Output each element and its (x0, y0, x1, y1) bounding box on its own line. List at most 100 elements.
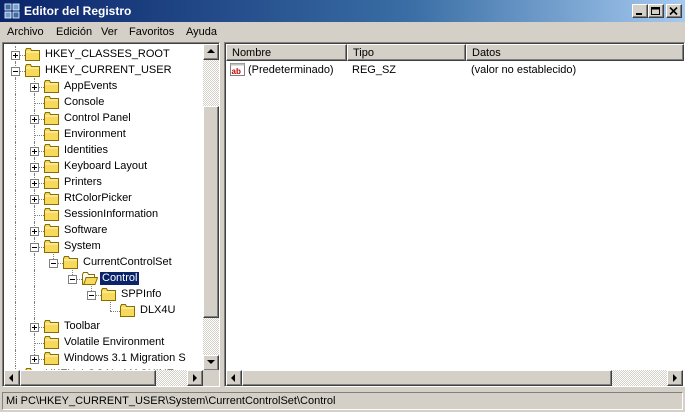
tree-node-label: SPPInfo (121, 288, 162, 300)
tree-scroll-right-button[interactable] (187, 370, 203, 386)
tree-node-rtcolorpicker[interactable]: RtColorPicker (5, 190, 203, 206)
registry-tree-pane[interactable]: HKEY_CLASSES_ROOT HKEY_CURRENT_USER AppEve… (2, 42, 220, 387)
tree-node-label: HKEY_CURRENT_USER (45, 64, 172, 76)
tree-node-label: Environment (64, 128, 126, 140)
tree-horizontal-scroll-thumb[interactable] (20, 370, 156, 386)
folder-icon (44, 208, 59, 221)
collapse-minus-icon[interactable] (49, 259, 58, 268)
expand-plus-icon[interactable] (30, 195, 39, 204)
collapse-minus-icon[interactable] (68, 275, 77, 284)
tree-node-currentcontrolset[interactable]: CurrentControlSet (5, 254, 203, 270)
folder-open-icon (82, 272, 98, 285)
expand-plus-icon[interactable] (30, 227, 39, 236)
tree-node-sessioninformation[interactable]: SessionInformation (5, 206, 203, 222)
tree-node-printers[interactable]: Printers (5, 174, 203, 190)
tree-scroll-corner (203, 370, 219, 386)
value-type: REG_SZ (352, 64, 397, 76)
tree-node-volatile-environment[interactable]: Volatile Environment (5, 334, 203, 350)
collapse-minus-icon[interactable] (30, 243, 39, 252)
expand-plus-icon[interactable] (30, 163, 39, 172)
expand-plus-icon[interactable] (30, 115, 39, 124)
expand-plus-icon[interactable] (30, 179, 39, 188)
tree-node-label: Software (64, 224, 108, 236)
status-bar: Mi PC\HKEY_CURRENT_USER\System\CurrentCo… (0, 391, 685, 412)
menu-ayuda[interactable]: Ayuda (186, 26, 217, 38)
values-list-pane[interactable]: Nombre Tipo Datos ab (Predeterminado) RE… (224, 42, 685, 387)
menu-favoritos[interactable]: Favoritos (129, 26, 174, 38)
minimize-button[interactable] (632, 4, 648, 18)
folder-icon (44, 176, 59, 189)
tree-node-windows-3-1-migration-s[interactable]: Windows 3.1 Migration S (5, 350, 203, 366)
tree-node-label: HKEY_CLASSES_ROOT (45, 48, 170, 60)
registry-tree[interactable]: HKEY_CLASSES_ROOT HKEY_CURRENT_USER AppEve… (5, 45, 203, 371)
folder-icon (25, 48, 40, 61)
tree-node-toolbar[interactable]: Toolbar (5, 318, 203, 334)
tree-vertical-scroll-thumb[interactable] (203, 106, 219, 318)
folder-icon (44, 96, 59, 109)
list-scroll-left-button[interactable] (226, 370, 242, 386)
maximize-icon (651, 7, 660, 15)
tree-node-identities[interactable]: Identities (5, 142, 203, 158)
menu-edicion[interactable]: Edición (56, 26, 92, 38)
folder-icon (44, 224, 59, 237)
tree-node-label: System (64, 240, 101, 252)
tree-node-sppinfo[interactable]: SPPInfo (5, 286, 203, 302)
expand-plus-icon[interactable] (30, 147, 39, 156)
tree-node-environment[interactable]: Environment (5, 126, 203, 142)
expand-plus-icon[interactable] (30, 355, 39, 364)
menu-bar: Archivo Edición Ver Favoritos Ayuda (0, 22, 685, 42)
tree-node-label: CurrentControlSet (83, 256, 172, 268)
folder-icon (44, 240, 59, 253)
arrow-left-icon (231, 374, 235, 382)
collapse-minus-icon[interactable] (87, 291, 96, 300)
tree-node-control[interactable]: Control (5, 270, 203, 286)
close-icon (669, 7, 678, 16)
folder-icon (44, 112, 59, 125)
tree-node-control-panel[interactable]: Control Panel (5, 110, 203, 126)
close-button[interactable] (666, 4, 682, 18)
tree-node-keyboard-layout[interactable]: Keyboard Layout (5, 158, 203, 174)
window-title: Editor del Registro (24, 4, 132, 18)
column-header-nombre[interactable]: Nombre (226, 44, 347, 61)
list-scroll-right-button[interactable] (667, 370, 683, 386)
tree-node-system[interactable]: System (5, 238, 203, 254)
table-row[interactable]: ab (Predeterminado) REG_SZ (valor no est… (226, 62, 683, 80)
column-header-datos[interactable]: Datos (466, 44, 684, 61)
tree-node-label: Console (64, 96, 105, 108)
tree-scroll-up-button[interactable] (203, 44, 219, 60)
tree-node-label: Toolbar (64, 320, 101, 332)
folder-icon (44, 192, 59, 205)
folder-icon (44, 336, 59, 349)
list-horizontal-scroll-thumb[interactable] (242, 370, 612, 386)
tree-node-hkey-current-user[interactable]: HKEY_CURRENT_USER (5, 62, 203, 78)
tree-node-appevents[interactable]: AppEvents (5, 78, 203, 94)
arrow-up-icon (207, 49, 215, 53)
tree-node-dlx4u[interactable]: DLX4U (5, 302, 203, 318)
folder-icon (63, 256, 78, 269)
column-header-tipo[interactable]: Tipo (347, 44, 466, 61)
tree-node-label: Keyboard Layout (64, 160, 148, 172)
tree-scroll-down-button[interactable] (203, 355, 219, 371)
tree-node-label: Printers (64, 176, 102, 188)
tree-node-label: Volatile Environment (64, 336, 165, 348)
tree-scroll-left-button[interactable] (4, 370, 20, 386)
folder-icon (44, 160, 59, 173)
expand-plus-icon[interactable] (30, 83, 39, 92)
svg-text:ab: ab (232, 67, 241, 76)
menu-archivo[interactable]: Archivo (7, 26, 44, 38)
tree-node-console[interactable]: Console (5, 94, 203, 110)
arrow-right-icon (673, 374, 677, 382)
folder-icon (120, 304, 135, 317)
menu-ver[interactable]: Ver (101, 26, 118, 38)
tree-node-hkey-classes-root[interactable]: HKEY_CLASSES_ROOT (5, 46, 203, 62)
minimize-icon (636, 13, 642, 15)
expand-plus-icon[interactable] (11, 51, 20, 60)
tree-node-label: SessionInformation (64, 208, 159, 220)
tree-node-label: Control Panel (64, 112, 131, 124)
registry-editor-icon (4, 3, 20, 19)
expand-plus-icon[interactable] (30, 323, 39, 332)
collapse-minus-icon[interactable] (11, 67, 20, 76)
title-bar[interactable]: Editor del Registro (0, 0, 685, 22)
maximize-button[interactable] (648, 4, 664, 18)
tree-node-software[interactable]: Software (5, 222, 203, 238)
